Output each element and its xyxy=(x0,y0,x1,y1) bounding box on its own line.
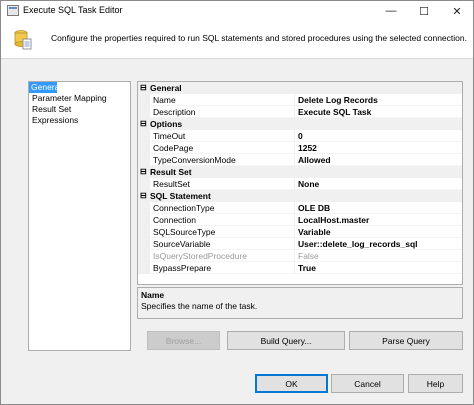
collapse-icon[interactable]: ⊟ xyxy=(140,190,147,202)
property-value: False xyxy=(298,251,319,261)
category-label: Options xyxy=(150,119,183,129)
property-value[interactable]: OLE DB xyxy=(298,202,330,214)
cancel-button[interactable]: Cancel xyxy=(331,374,404,393)
property-name: IsQueryStoredProcedure xyxy=(153,250,295,262)
property-row-typeconversionmode[interactable]: TypeConversionMode Allowed xyxy=(138,154,462,166)
sql-task-icon xyxy=(14,29,32,51)
property-value[interactable]: Execute SQL Task xyxy=(298,106,371,118)
window-title: Execute SQL Task Editor xyxy=(23,5,123,15)
nav-item-result-set[interactable]: Result Set xyxy=(29,104,130,115)
description-title: Name xyxy=(141,290,165,300)
minimize-button[interactable]: — xyxy=(376,1,406,21)
property-value[interactable]: Delete Log Records xyxy=(298,94,378,106)
parse-query-button[interactable]: Parse Query xyxy=(349,331,463,350)
maximize-button[interactable]: ☐ xyxy=(409,1,439,21)
property-name: CodePage xyxy=(153,142,295,154)
property-row-codepage[interactable]: CodePage 1252 xyxy=(138,142,462,154)
category-label: SQL Statement xyxy=(150,191,211,201)
property-name: Name xyxy=(153,94,295,106)
property-value[interactable]: None xyxy=(298,178,319,190)
property-value[interactable]: LocalHost.master xyxy=(298,214,369,226)
property-row-description[interactable]: Description Execute SQL Task xyxy=(138,106,462,118)
browse-button: Browse... xyxy=(147,331,220,350)
category-label: Result Set xyxy=(150,167,192,177)
title-bar: Execute SQL Task Editor — ☐ ✕ xyxy=(1,1,473,21)
property-name: ConnectionType xyxy=(153,202,295,214)
property-row-connectiontype[interactable]: ConnectionType OLE DB xyxy=(138,202,462,214)
property-description-panel: Name Specifies the name of the task. xyxy=(137,287,463,319)
property-name: ResultSet xyxy=(153,178,295,190)
property-name: SourceVariable xyxy=(153,238,295,250)
property-name: SQLSourceType xyxy=(153,226,295,238)
nav-item-general[interactable]: General xyxy=(29,82,61,93)
nav-item-expressions[interactable]: Expressions xyxy=(29,115,130,126)
category-sql-statement[interactable]: ⊟ SQL Statement xyxy=(138,190,462,202)
header-description: Configure the properties required to run… xyxy=(51,33,467,43)
property-value[interactable]: True xyxy=(298,262,316,274)
ok-button[interactable]: OK xyxy=(255,374,328,393)
property-name: Description xyxy=(153,106,295,118)
description-text: Specifies the name of the task. xyxy=(141,301,258,311)
property-value[interactable]: 1252 xyxy=(298,142,317,154)
property-name: TypeConversionMode xyxy=(153,154,295,166)
build-query-button[interactable]: Build Query... xyxy=(227,331,345,350)
property-name: TimeOut xyxy=(153,130,295,142)
collapse-icon[interactable]: ⊟ xyxy=(140,118,147,130)
property-name: Connection xyxy=(153,214,295,226)
property-row-name[interactable]: Name Delete Log Records xyxy=(138,94,462,106)
category-general[interactable]: ⊟ General xyxy=(138,82,462,94)
help-button[interactable]: Help xyxy=(408,374,463,393)
dialog-header: Configure the properties required to run… xyxy=(1,21,473,59)
collapse-icon[interactable]: ⊟ xyxy=(140,82,147,94)
property-grid[interactable]: ⊟ General Name Delete Log Records Descri… xyxy=(137,81,463,285)
property-value[interactable]: User::delete_log_records_sql xyxy=(298,238,418,250)
close-button[interactable]: ✕ xyxy=(442,1,472,21)
dialog-window: Execute SQL Task Editor — ☐ ✕ Configure … xyxy=(0,0,474,405)
page-navigation-list[interactable]: General Parameter Mapping Result Set Exp… xyxy=(28,81,131,351)
property-value[interactable]: 0 xyxy=(298,130,303,142)
property-row-connection[interactable]: Connection LocalHost.master xyxy=(138,214,462,226)
property-value[interactable]: Variable xyxy=(298,226,331,238)
property-row-sqlsourcetype[interactable]: SQLSourceType Variable xyxy=(138,226,462,238)
nav-item-parameter-mapping[interactable]: Parameter Mapping xyxy=(29,93,130,104)
property-row-bypassprepare[interactable]: BypassPrepare True xyxy=(138,262,462,274)
collapse-icon[interactable]: ⊟ xyxy=(140,166,147,178)
property-name: BypassPrepare xyxy=(153,262,295,274)
property-row-timeout[interactable]: TimeOut 0 xyxy=(138,130,462,142)
category-result-set[interactable]: ⊟ Result Set xyxy=(138,166,462,178)
property-row-sourcevariable[interactable]: SourceVariable User::delete_log_records_… xyxy=(138,238,462,250)
category-label: General xyxy=(150,83,182,93)
category-options[interactable]: ⊟ Options xyxy=(138,118,462,130)
property-row-isquerystoredprocedure: IsQueryStoredProcedure False xyxy=(138,250,462,262)
app-icon xyxy=(7,5,19,16)
property-row-resultset[interactable]: ResultSet None xyxy=(138,178,462,190)
property-value[interactable]: Allowed xyxy=(298,154,331,166)
